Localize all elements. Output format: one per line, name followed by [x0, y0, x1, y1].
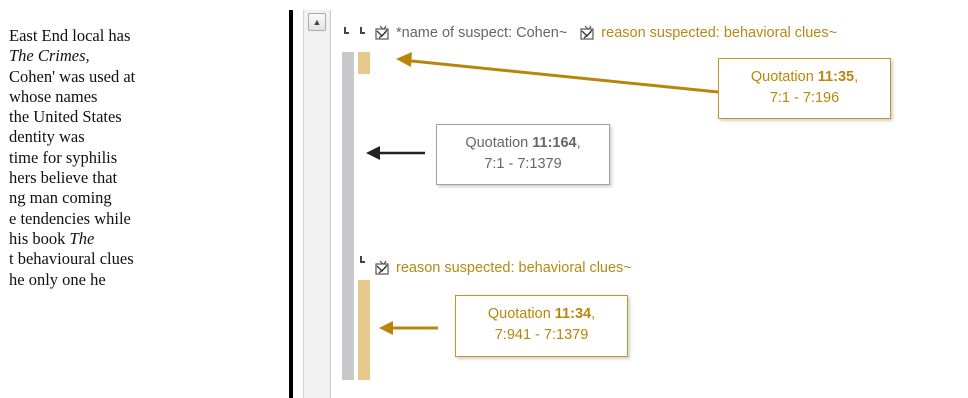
- quotation-id: 11:164: [532, 135, 577, 151]
- gold-arrow: [401, 58, 719, 94]
- quotation-range: 7:941 - 7:1379: [494, 327, 589, 343]
- callout-prefix: Quotation: [465, 135, 533, 151]
- arrow-head-icon: [366, 146, 380, 160]
- callout-prefix: Quotation: [487, 306, 555, 322]
- quotation-id: 11:34: [554, 306, 592, 322]
- arrow-head-icon: [379, 321, 393, 335]
- quotation-callout-11-35: Quotation 11:35, 7:1 - 7:196: [718, 58, 891, 119]
- callout-title: Quotation 11:164,: [437, 133, 609, 154]
- callout-suffix: ,: [591, 306, 596, 322]
- callout-prefix: Quotation: [750, 69, 818, 85]
- callout-title: Quotation 11:35,: [719, 67, 890, 88]
- arrow-head-icon: [396, 52, 412, 67]
- quotation-callout-11-34: Quotation 11:34, 7:941 - 7:1379: [455, 295, 628, 357]
- quotation-id: 11:35: [817, 69, 855, 85]
- quotation-range: 7:1 - 7:1379: [484, 156, 562, 172]
- callout-suffix: ,: [854, 69, 859, 85]
- callout-suffix: ,: [576, 135, 581, 151]
- callout-title: Quotation 11:34,: [456, 304, 627, 325]
- quotation-range: 7:1 - 7:196: [769, 90, 840, 106]
- quotation-callout-11-164: Quotation 11:164, 7:1 - 7:1379: [436, 124, 610, 185]
